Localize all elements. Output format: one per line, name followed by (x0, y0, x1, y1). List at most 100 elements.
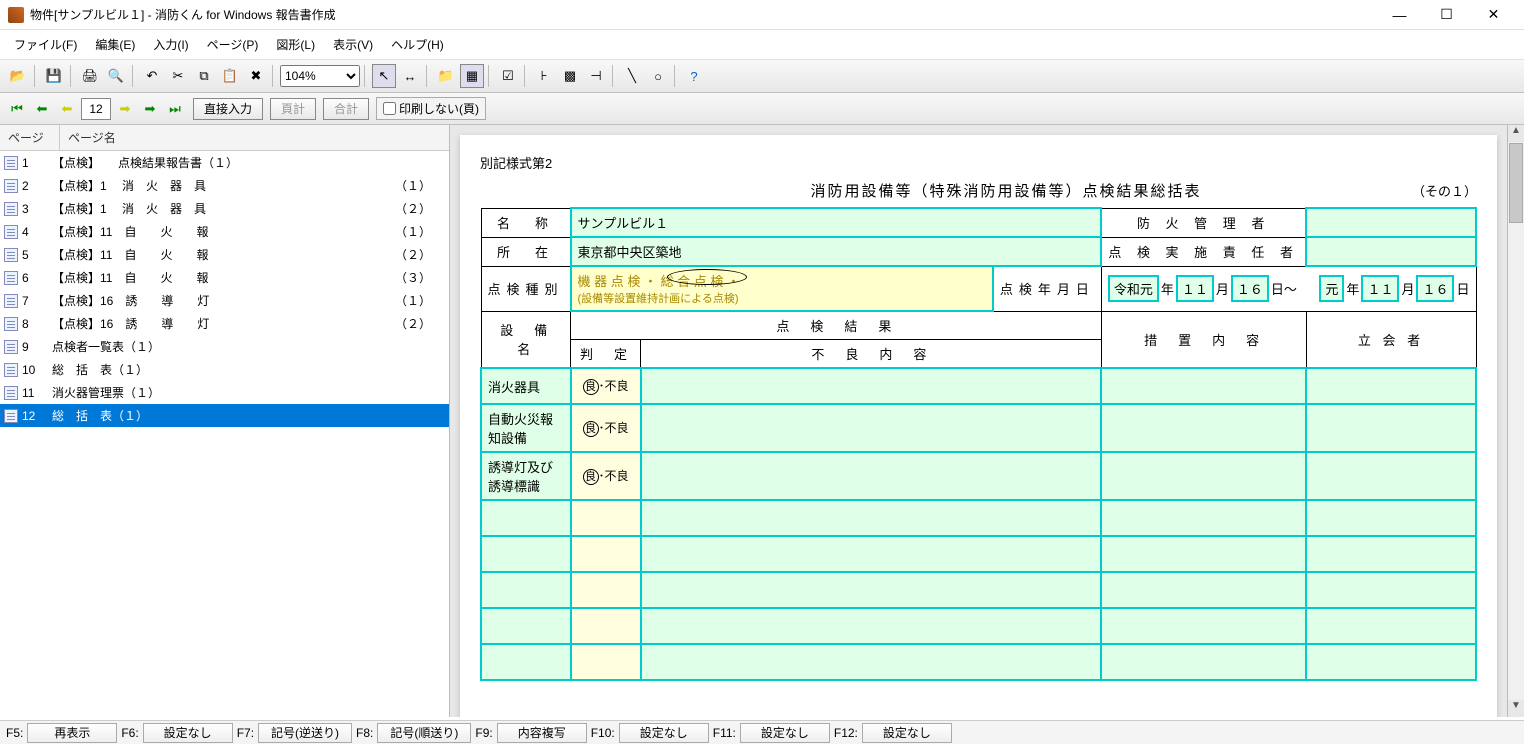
page-number-input[interactable] (81, 98, 111, 120)
scroll-thumb[interactable] (1509, 143, 1523, 223)
line-icon[interactable]: ╲ (620, 64, 644, 88)
cut-icon[interactable]: ✂ (166, 64, 190, 88)
judgement-cell[interactable]: 良･不良 (571, 452, 641, 500)
action-cell[interactable] (1101, 572, 1306, 608)
witness-cell[interactable] (1306, 644, 1476, 680)
judgement-cell[interactable] (571, 500, 641, 536)
page-list-item[interactable]: 2【点検】1 消 火 器 具（１） (0, 174, 449, 197)
equipment-cell[interactable] (481, 608, 571, 644)
action-cell[interactable] (1101, 644, 1306, 680)
close-button[interactable]: ✕ (1471, 1, 1516, 29)
fn-f10-button[interactable]: 設定なし (619, 723, 709, 743)
equipment-cell[interactable] (481, 644, 571, 680)
page-list-item[interactable]: 7【点検】16 誘 導 灯（１） (0, 289, 449, 312)
fn-f6-button[interactable]: 設定なし (143, 723, 233, 743)
open-icon[interactable]: 📂 (6, 64, 30, 88)
name-value[interactable]: サンプルビル１ (571, 208, 1102, 237)
equipment-cell[interactable]: 誘導灯及び誘導標識 (481, 452, 571, 500)
zoom-select[interactable]: 104% (280, 65, 360, 87)
defect-cell[interactable] (641, 404, 1102, 452)
copy-icon[interactable]: ⧉ (192, 64, 216, 88)
defect-cell[interactable] (641, 536, 1102, 572)
equipment-cell[interactable] (481, 500, 571, 536)
witness-cell[interactable] (1306, 572, 1476, 608)
witness-cell[interactable] (1306, 608, 1476, 644)
witness-cell[interactable] (1306, 536, 1476, 572)
judgement-cell[interactable] (571, 644, 641, 680)
date-from-month[interactable]: １１ (1176, 275, 1214, 302)
inspection-type-value[interactable]: 機 器 点 検 ・ 総 合 点 検 ・ (設備等設置維持計画による点検) (571, 266, 993, 311)
date-to-day[interactable]: １６ (1416, 275, 1454, 302)
direct-input-button[interactable]: 直接入力 (193, 98, 263, 120)
defect-cell[interactable] (641, 452, 1102, 500)
judgement-cell[interactable] (571, 572, 641, 608)
action-cell[interactable] (1101, 404, 1306, 452)
scroll-up-icon[interactable]: ▲ (1508, 125, 1524, 142)
fn-f9-button[interactable]: 内容複写 (497, 723, 587, 743)
check-icon[interactable]: ☑ (496, 64, 520, 88)
page-list-item[interactable]: 12総 括 表（１） (0, 404, 449, 427)
layout-icon[interactable]: ▦ (460, 64, 484, 88)
grid-icon[interactable]: ▩ (558, 64, 582, 88)
equipment-cell[interactable] (481, 572, 571, 608)
menu-help[interactable]: ヘルプ(H) (383, 32, 452, 57)
menu-shape[interactable]: 図形(L) (268, 32, 323, 57)
page-list-item[interactable]: 9点検者一覧表（１） (0, 335, 449, 358)
tool-icon-3[interactable]: ⊦ (532, 64, 556, 88)
action-cell[interactable] (1101, 608, 1306, 644)
page-list-item[interactable]: 5【点検】11 自 火 報（２） (0, 243, 449, 266)
defect-cell[interactable] (641, 368, 1102, 404)
fn-f5-button[interactable]: 再表示 (27, 723, 117, 743)
document-scroll[interactable]: 別記様式第2 消防用設備等（特殊消防用設備等）点検結果総括表 （その１） 名 称… (450, 125, 1507, 717)
date-to-era[interactable]: 元 (1319, 275, 1344, 302)
fn-f11-button[interactable]: 設定なし (740, 723, 830, 743)
action-cell[interactable] (1101, 500, 1306, 536)
location-value[interactable]: 東京都中央区築地 (571, 237, 1102, 266)
judgement-cell[interactable] (571, 608, 641, 644)
judgement-cell[interactable]: 良･不良 (571, 404, 641, 452)
equipment-cell[interactable]: 消火器具 (481, 368, 571, 404)
action-cell[interactable] (1101, 368, 1306, 404)
defect-cell[interactable] (641, 608, 1102, 644)
no-print-checkbox[interactable]: 印刷しない(頁) (376, 97, 486, 120)
defect-cell[interactable] (641, 500, 1102, 536)
fn-f7-button[interactable]: 記号(逆送り) (258, 723, 352, 743)
save-icon[interactable]: 💾 (42, 64, 66, 88)
date-to-month[interactable]: １１ (1361, 275, 1399, 302)
last-page-icon[interactable]: ⏭ (164, 98, 186, 120)
maximize-button[interactable]: ☐ (1424, 1, 1469, 29)
tool-icon-4[interactable]: ⊣ (584, 64, 608, 88)
circle-icon[interactable]: ○ (646, 64, 670, 88)
page-list-item[interactable]: 3【点検】1 消 火 器 具（２） (0, 197, 449, 220)
prev-page-yellow-icon[interactable]: ⬅ (56, 98, 78, 120)
date-from-era[interactable]: 令和元 (1108, 275, 1159, 302)
fn-f8-button[interactable]: 記号(順送り) (377, 723, 471, 743)
defect-cell[interactable] (641, 572, 1102, 608)
equipment-cell[interactable] (481, 536, 571, 572)
equipment-cell[interactable]: 自動火災報知設備 (481, 404, 571, 452)
page-list-item[interactable]: 8【点検】16 誘 導 灯（２） (0, 312, 449, 335)
prev-page-icon[interactable]: ⬅ (31, 98, 53, 120)
witness-cell[interactable] (1306, 452, 1476, 500)
fn-f12-button[interactable]: 設定なし (862, 723, 952, 743)
tool-icon-2[interactable]: ↔ (398, 64, 422, 88)
witness-cell[interactable] (1306, 500, 1476, 536)
page-list-item[interactable]: 4【点検】11 自 火 報（１） (0, 220, 449, 243)
page-list-item[interactable]: 11消火器管理票（１） (0, 381, 449, 404)
next-page-yellow-icon[interactable]: ➡ (114, 98, 136, 120)
paste-icon[interactable]: 📋 (218, 64, 242, 88)
date-from-day[interactable]: １６ (1231, 275, 1269, 302)
menu-page[interactable]: ページ(P) (199, 32, 267, 57)
next-page-icon[interactable]: ➡ (139, 98, 161, 120)
scroll-down-icon[interactable]: ▼ (1508, 700, 1524, 717)
print-icon[interactable]: 🖨 (78, 64, 102, 88)
action-cell[interactable] (1101, 536, 1306, 572)
cursor-tool-icon[interactable]: ↖ (372, 64, 396, 88)
page-list-item[interactable]: 6【点検】11 自 火 報（３） (0, 266, 449, 289)
minimize-button[interactable]: — (1377, 1, 1422, 29)
witness-cell[interactable] (1306, 368, 1476, 404)
undo-icon[interactable]: ↶ (140, 64, 164, 88)
page-sum-button[interactable]: 頁計 (270, 98, 316, 120)
action-cell[interactable] (1101, 452, 1306, 500)
total-button[interactable]: 合計 (323, 98, 369, 120)
